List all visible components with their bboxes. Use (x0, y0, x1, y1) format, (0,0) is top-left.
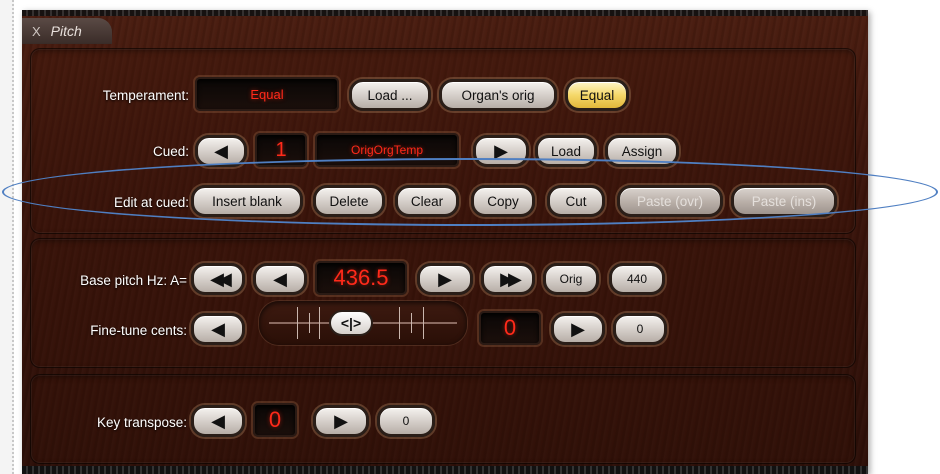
fine-tune-reset-button[interactable]: 0 (613, 313, 667, 345)
left-gutter (0, 0, 14, 474)
load-temperament-button[interactable]: Load ... (349, 79, 431, 111)
base-pitch-down-button[interactable]: ◀ (253, 263, 307, 295)
left-arrow-icon: ◀ (214, 141, 228, 161)
cued-name-display: OrigOrgTemp (315, 133, 459, 167)
cued-prev-button[interactable]: ◀ (195, 135, 247, 167)
temperament-section: Temperament: Equal Load ... Organ's orig… (30, 48, 856, 234)
tab-title: Pitch (50, 23, 82, 39)
base-pitch-up-button[interactable]: ▶ (417, 263, 473, 295)
fine-tune-down-button[interactable]: ◀ (191, 313, 245, 345)
transpose-reset-button[interactable]: 0 (377, 405, 435, 437)
key-transpose-label: Key transpose: (96, 415, 187, 430)
close-tab-icon[interactable]: X (32, 24, 41, 39)
slider-tick (399, 307, 400, 339)
temperament-display: Equal (195, 77, 339, 111)
orig-pitch-button[interactable]: Orig (543, 263, 599, 295)
clear-button[interactable]: Clear (395, 185, 459, 217)
knob-arrows-icon: <|> (340, 315, 362, 331)
base-pitch-big-down-button[interactable]: ◀◀ (191, 263, 245, 295)
assign-button[interactable]: Assign (605, 135, 679, 167)
slider-tick (411, 313, 412, 333)
cued-next-button[interactable]: ▶ (473, 135, 529, 167)
pitch-section: Base pitch Hz: A= ◀◀ ◀ 436.5 ▶ ▶▶ Orig 4… (30, 238, 856, 368)
left-arrow-icon: ◀ (273, 269, 287, 289)
base-pitch-label: Base pitch Hz: A= (80, 273, 187, 288)
paste-insert-button[interactable]: Paste (ins) (731, 185, 837, 217)
pitch-panel: X Pitch Temperament: Equal Load ... Orga… (22, 10, 868, 474)
equal-button[interactable]: Equal (565, 79, 629, 111)
slider-tick (319, 307, 320, 339)
delete-button[interactable]: Delete (313, 185, 385, 217)
left-arrow-icon: ◀ (211, 411, 225, 431)
temperament-label: Temperament: (102, 88, 189, 103)
pitch-tab[interactable]: X Pitch (22, 18, 112, 44)
slider-tick (423, 307, 424, 339)
transpose-section: Key transpose: ◀ 0 ▶ 0 (30, 374, 856, 464)
fine-tune-slider[interactable]: <|> (259, 301, 467, 345)
transpose-display: 0 (253, 403, 297, 437)
base-pitch-display: 436.5 (315, 261, 407, 295)
pitch-440-button[interactable]: 440 (609, 263, 665, 295)
slider-tick (297, 307, 298, 339)
slider-tick (309, 313, 310, 333)
fine-tune-label: Fine-tune cents: (90, 323, 187, 338)
right-arrow-icon: ▶ (334, 411, 348, 431)
fine-tune-display: 0 (479, 311, 541, 345)
transpose-down-button[interactable]: ◀ (191, 405, 245, 437)
cued-label: Cued: (152, 144, 189, 159)
insert-blank-button[interactable]: Insert blank (191, 185, 303, 217)
organs-orig-button[interactable]: Organ's orig (439, 79, 557, 111)
paste-overwrite-button[interactable]: Paste (ovr) (617, 185, 723, 217)
right-arrow-icon: ▶ (438, 269, 452, 289)
slider-knob[interactable]: <|> (329, 310, 373, 336)
fine-tune-up-button[interactable]: ▶ (551, 313, 605, 345)
cut-button[interactable]: Cut (547, 185, 605, 217)
copy-button[interactable]: Copy (471, 185, 535, 217)
cued-number-display: 1 (255, 133, 307, 167)
double-left-arrow-icon: ◀◀ (210, 269, 232, 289)
cued-load-button[interactable]: Load (535, 135, 597, 167)
double-right-arrow-icon: ▶▶ (500, 269, 522, 289)
transpose-up-button[interactable]: ▶ (313, 405, 369, 437)
left-arrow-icon: ◀ (211, 319, 225, 339)
edit-at-cued-label: Edit at cued: (113, 195, 189, 210)
right-arrow-icon: ▶ (494, 141, 508, 161)
right-arrow-icon: ▶ (571, 319, 585, 339)
base-pitch-big-up-button[interactable]: ▶▶ (481, 263, 535, 295)
